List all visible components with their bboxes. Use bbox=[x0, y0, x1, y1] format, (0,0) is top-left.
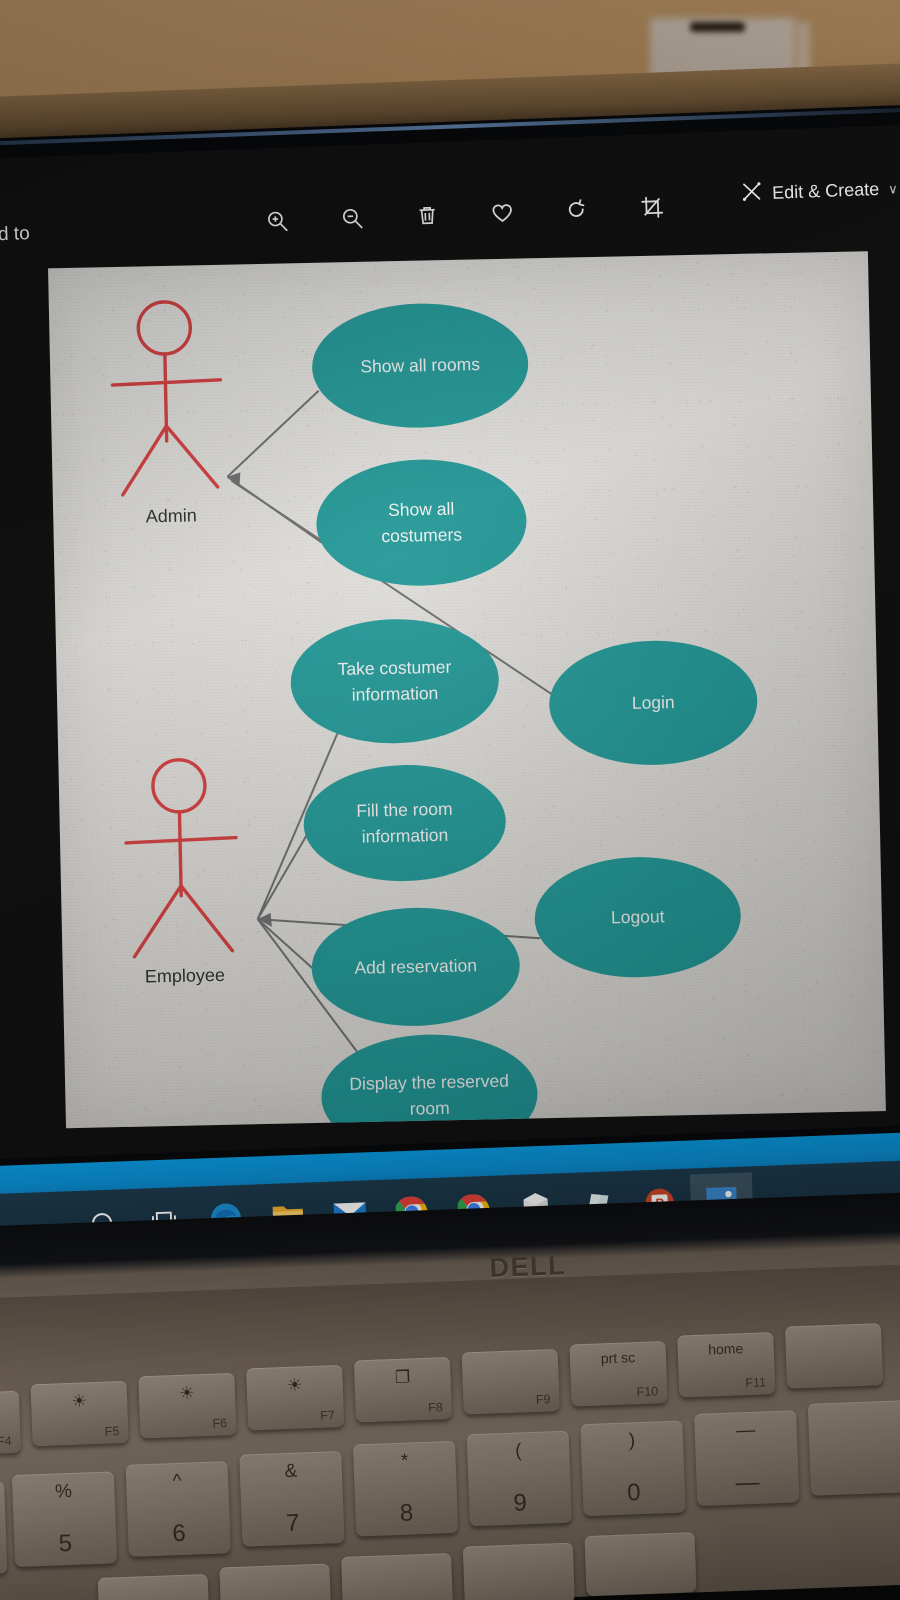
brightness-up-glyph: ☀ bbox=[286, 1375, 303, 1395]
rotate-icon[interactable] bbox=[562, 194, 593, 225]
use-case-display-the-reserved-room-line2: room bbox=[410, 1098, 450, 1119]
play-pause-fkey-label: F4 bbox=[0, 1434, 12, 1449]
connector-arrowheads bbox=[227, 472, 272, 927]
keyboard-backlight-key[interactable]: ☀ F5 bbox=[30, 1380, 129, 1447]
key-6-digit: 6 bbox=[171, 1519, 187, 1548]
key-7[interactable]: & 7 bbox=[239, 1450, 345, 1547]
use-case-add-reservation-label: Add reservation bbox=[354, 955, 477, 978]
actor-employee-figure bbox=[124, 758, 238, 959]
zoom-in-icon[interactable] bbox=[262, 205, 293, 236]
laptop-keyboard: ▷II F4 ☀ F5 ☀ F6 ☀ F7 ❐ F8 F9 prt sc F10… bbox=[0, 1323, 900, 1600]
actor-admin-label: Admin bbox=[146, 505, 197, 526]
favorite-heart-icon[interactable] bbox=[487, 197, 518, 228]
key-row3-d[interactable] bbox=[462, 1542, 575, 1600]
use-case-diagram: Admin Employee Show all rooms Show all c… bbox=[110, 300, 758, 1129]
key-7-symbol: & bbox=[284, 1460, 298, 1483]
actor-employee-label: Employee bbox=[145, 965, 225, 987]
use-case-ellipses: Show all rooms Show all costumers Take c… bbox=[290, 303, 758, 1129]
actor-admin-figure bbox=[110, 300, 223, 497]
use-case-display-the-reserved-room-line1: Display the reserved bbox=[349, 1071, 509, 1094]
keyboard-backlight-fkey-label: F5 bbox=[104, 1424, 120, 1439]
key-9-digit: 9 bbox=[513, 1489, 528, 1517]
display-switch-key[interactable]: ❐ F8 bbox=[353, 1356, 453, 1423]
toolbar-icon-group bbox=[262, 192, 668, 237]
key-5-digit: 5 bbox=[58, 1529, 73, 1558]
print-screen-glyph: prt sc bbox=[600, 1349, 636, 1367]
key-6-symbol: ^ bbox=[172, 1470, 183, 1493]
f12-key[interactable] bbox=[784, 1323, 884, 1389]
toolbar-right-group: Edit & Create ∨ bbox=[741, 172, 900, 210]
home-glyph: home bbox=[707, 1340, 744, 1358]
print-screen-key[interactable]: prt sc F10 bbox=[569, 1341, 668, 1407]
key-row3-e[interactable] bbox=[584, 1532, 697, 1597]
play-pause-key[interactable]: ▷II F4 bbox=[0, 1390, 22, 1457]
key-minus[interactable]: — — bbox=[694, 1410, 800, 1506]
chevron-down-icon: ∨ bbox=[887, 180, 898, 197]
f9-key[interactable]: F9 bbox=[461, 1348, 560, 1415]
add-to-button[interactable]: Add to bbox=[0, 223, 30, 247]
f9-glyph bbox=[462, 1358, 558, 1362]
magic-wand-icon bbox=[741, 180, 764, 208]
connector-admin-show-all-rooms bbox=[226, 390, 320, 478]
key-5[interactable]: % 5 bbox=[11, 1471, 118, 1568]
use-case-show-all-costumers-line1: Show all bbox=[388, 499, 455, 520]
photo-of-laptop-screen: Add to Edit & Create ∨ Admin Employee Sh… bbox=[0, 0, 900, 1600]
key-0[interactable]: ) 0 bbox=[580, 1420, 686, 1517]
key-9-symbol: ( bbox=[514, 1440, 522, 1462]
display-switch-glyph: ❐ bbox=[394, 1367, 411, 1387]
brightness-down-glyph: ☀ bbox=[178, 1383, 195, 1403]
key-9[interactable]: ( 9 bbox=[466, 1430, 572, 1527]
key-6[interactable]: ^ 6 bbox=[125, 1461, 231, 1557]
brightness-up-fkey-label: F7 bbox=[320, 1408, 336, 1423]
key-row3-c[interactable] bbox=[341, 1553, 454, 1600]
key-7-digit: 7 bbox=[285, 1509, 300, 1538]
use-case-take-costumer-information-line2: information bbox=[352, 683, 439, 705]
brightness-down-key[interactable]: ☀ F6 bbox=[138, 1372, 237, 1439]
edit-and-create-button[interactable]: Edit & Create ∨ bbox=[741, 175, 898, 208]
f9-fkey-label: F9 bbox=[535, 1392, 551, 1407]
use-case-fill-the-room-information bbox=[303, 765, 506, 882]
brightness-down-fkey-label: F6 bbox=[212, 1416, 228, 1431]
key-row3-a[interactable] bbox=[97, 1573, 210, 1600]
laptop-screen: Add to Edit & Create ∨ Admin Employee Sh… bbox=[0, 122, 900, 1160]
home-fkey-label: F11 bbox=[745, 1375, 767, 1391]
use-case-show-all-costumers bbox=[316, 459, 527, 586]
key-8-symbol: * bbox=[400, 1450, 409, 1472]
background-object-dark-strip bbox=[690, 22, 745, 32]
edit-and-create-label: Edit & Create bbox=[771, 178, 880, 203]
use-case-fill-the-room-information-line1: Fill the room bbox=[356, 799, 453, 821]
keyboard-backlight-glyph: ☀ bbox=[71, 1391, 88, 1411]
key-minus-symbol: — bbox=[735, 1419, 756, 1442]
photo-viewport[interactable]: Admin Employee Show all rooms Show all c… bbox=[48, 251, 886, 1129]
key-8[interactable]: * 8 bbox=[352, 1440, 459, 1537]
use-case-fill-the-room-information-line2: information bbox=[362, 825, 449, 847]
key-0-symbol: ) bbox=[628, 1430, 636, 1452]
play-pause-glyph: ▷II bbox=[0, 1400, 20, 1424]
key-5-symbol: % bbox=[54, 1480, 73, 1503]
key-0-digit: 0 bbox=[626, 1479, 642, 1507]
use-case-take-costumer-information-line1: Take costumer bbox=[337, 657, 451, 679]
use-case-show-all-costumers-line2: costumers bbox=[381, 524, 462, 546]
display-switch-fkey-label: F8 bbox=[427, 1400, 443, 1415]
key-4[interactable] bbox=[0, 1481, 8, 1578]
key-equals[interactable] bbox=[807, 1400, 900, 1496]
delete-icon[interactable] bbox=[412, 200, 443, 231]
use-case-login-label: Login bbox=[632, 692, 675, 713]
brightness-up-key[interactable]: ☀ F7 bbox=[246, 1364, 345, 1431]
print-screen-fkey-label: F10 bbox=[636, 1384, 659, 1400]
photos-app-toolbar: Add to Edit & Create ∨ bbox=[0, 151, 900, 262]
home-key[interactable]: home F11 bbox=[677, 1332, 776, 1398]
use-case-logout-label: Logout bbox=[611, 906, 665, 927]
zoom-out-icon[interactable] bbox=[337, 203, 368, 234]
crop-icon[interactable] bbox=[637, 192, 668, 223]
key-8-digit: 8 bbox=[399, 1499, 414, 1527]
use-case-show-all-rooms-label: Show all rooms bbox=[360, 354, 480, 377]
key-minus-dash: — bbox=[735, 1468, 761, 1497]
key-row3-b[interactable] bbox=[219, 1563, 332, 1600]
use-case-take-costumer-information bbox=[290, 619, 499, 744]
